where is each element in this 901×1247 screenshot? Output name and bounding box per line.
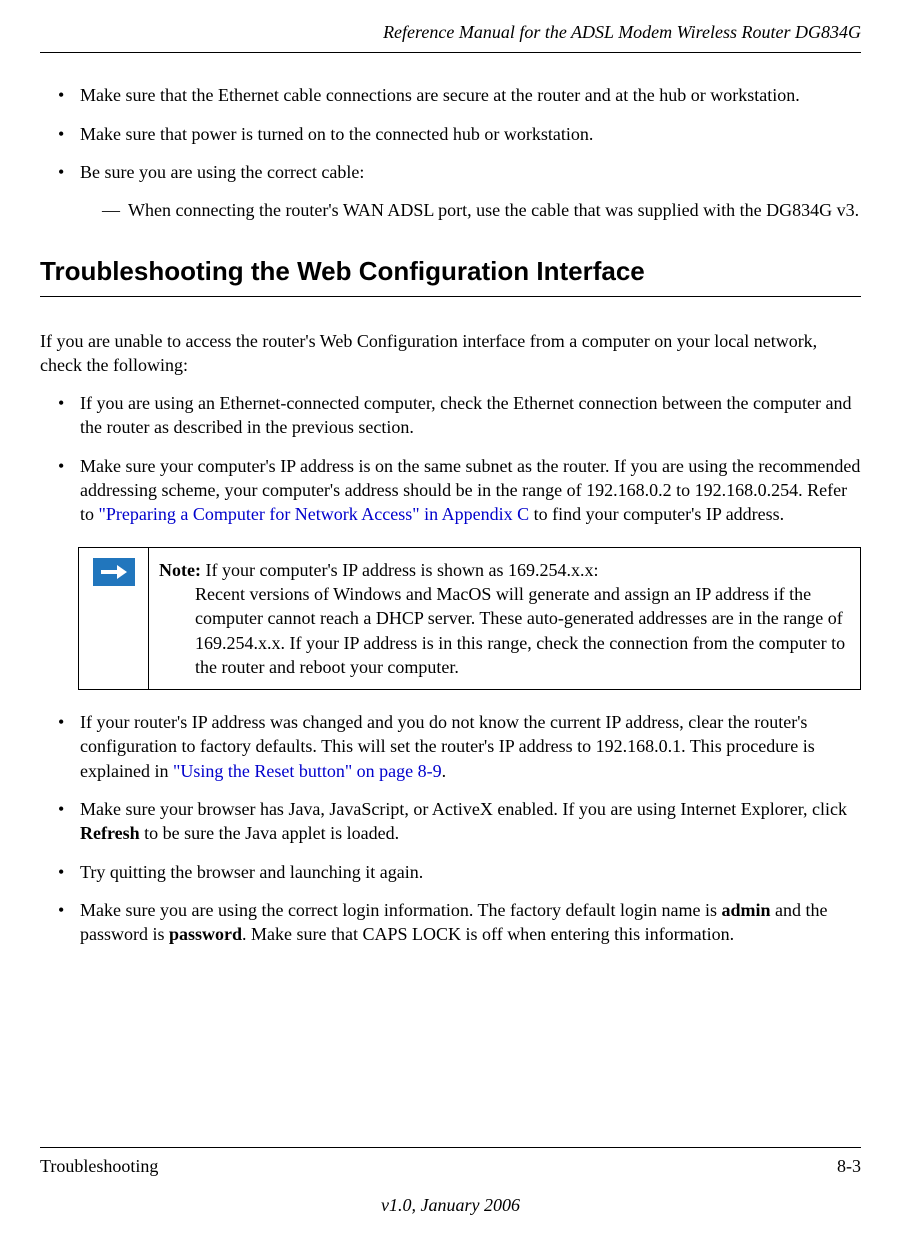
text-run: Make sure your browser has Java, JavaScr… — [80, 799, 847, 819]
list-item: If your router's IP address was changed … — [58, 710, 861, 783]
list-item: Make sure that power is turned on to the… — [58, 122, 861, 146]
section-rule — [40, 296, 861, 297]
list-item: Be sure you are using the correct cable:… — [58, 160, 861, 223]
note-body: Recent versions of Windows and MacOS wil… — [159, 582, 846, 679]
note-icon-cell — [79, 548, 149, 689]
arrow-right-icon — [93, 558, 135, 586]
list-item-text: Be sure you are using the correct cable: — [80, 162, 364, 182]
footer-rule — [40, 1147, 861, 1148]
note-line: If your computer's IP address is shown a… — [205, 560, 598, 580]
cross-reference-link[interactable]: "Using the Reset button" on page 8-9 — [173, 761, 442, 781]
list-item: Make sure you are using the correct logi… — [58, 898, 861, 947]
list-item: Make sure your computer's IP address is … — [58, 454, 861, 527]
list-item: Make sure your browser has Java, JavaScr… — [58, 797, 861, 846]
bold-term: Refresh — [80, 823, 140, 843]
footer-page-number: 8-3 — [837, 1154, 861, 1178]
intro-paragraph: If you are unable to access the router's… — [40, 329, 861, 378]
page-footer: Troubleshooting 8-3 v1.0, January 2006 — [40, 1147, 861, 1217]
main-bullet-list: If you are using an Ethernet-connected c… — [40, 391, 861, 526]
sub-list: When connecting the router's WAN ADSL po… — [80, 198, 861, 222]
sub-list-item: When connecting the router's WAN ADSL po… — [102, 198, 861, 222]
cross-reference-link[interactable]: "Preparing a Computer for Network Access… — [99, 504, 530, 524]
text-run: . — [442, 761, 447, 781]
text-run: to find your computer's IP address. — [529, 504, 784, 524]
list-item: Try quitting the browser and launching i… — [58, 860, 861, 884]
list-item: If you are using an Ethernet-connected c… — [58, 391, 861, 440]
note-text: Note: If your computer's IP address is s… — [149, 548, 860, 689]
footer-section-name: Troubleshooting — [40, 1154, 158, 1178]
text-run: Make sure you are using the correct logi… — [80, 900, 721, 920]
note-callout: Note: If your computer's IP address is s… — [78, 547, 861, 690]
main-bullet-list-2: If your router's IP address was changed … — [40, 710, 861, 946]
footer-version: v1.0, January 2006 — [40, 1193, 861, 1217]
note-label: Note: — [159, 560, 205, 580]
text-run: to be sure the Java applet is loaded. — [140, 823, 399, 843]
list-item: Make sure that the Ethernet cable connec… — [58, 83, 861, 107]
top-bullet-list: Make sure that the Ethernet cable connec… — [40, 83, 861, 222]
section-heading: Troubleshooting the Web Configuration In… — [40, 254, 861, 289]
text-run: . Make sure that CAPS LOCK is off when e… — [242, 924, 734, 944]
header-rule — [40, 52, 861, 53]
running-header: Reference Manual for the ADSL Modem Wire… — [40, 20, 861, 44]
bold-term: password — [169, 924, 242, 944]
bold-term: admin — [721, 900, 770, 920]
